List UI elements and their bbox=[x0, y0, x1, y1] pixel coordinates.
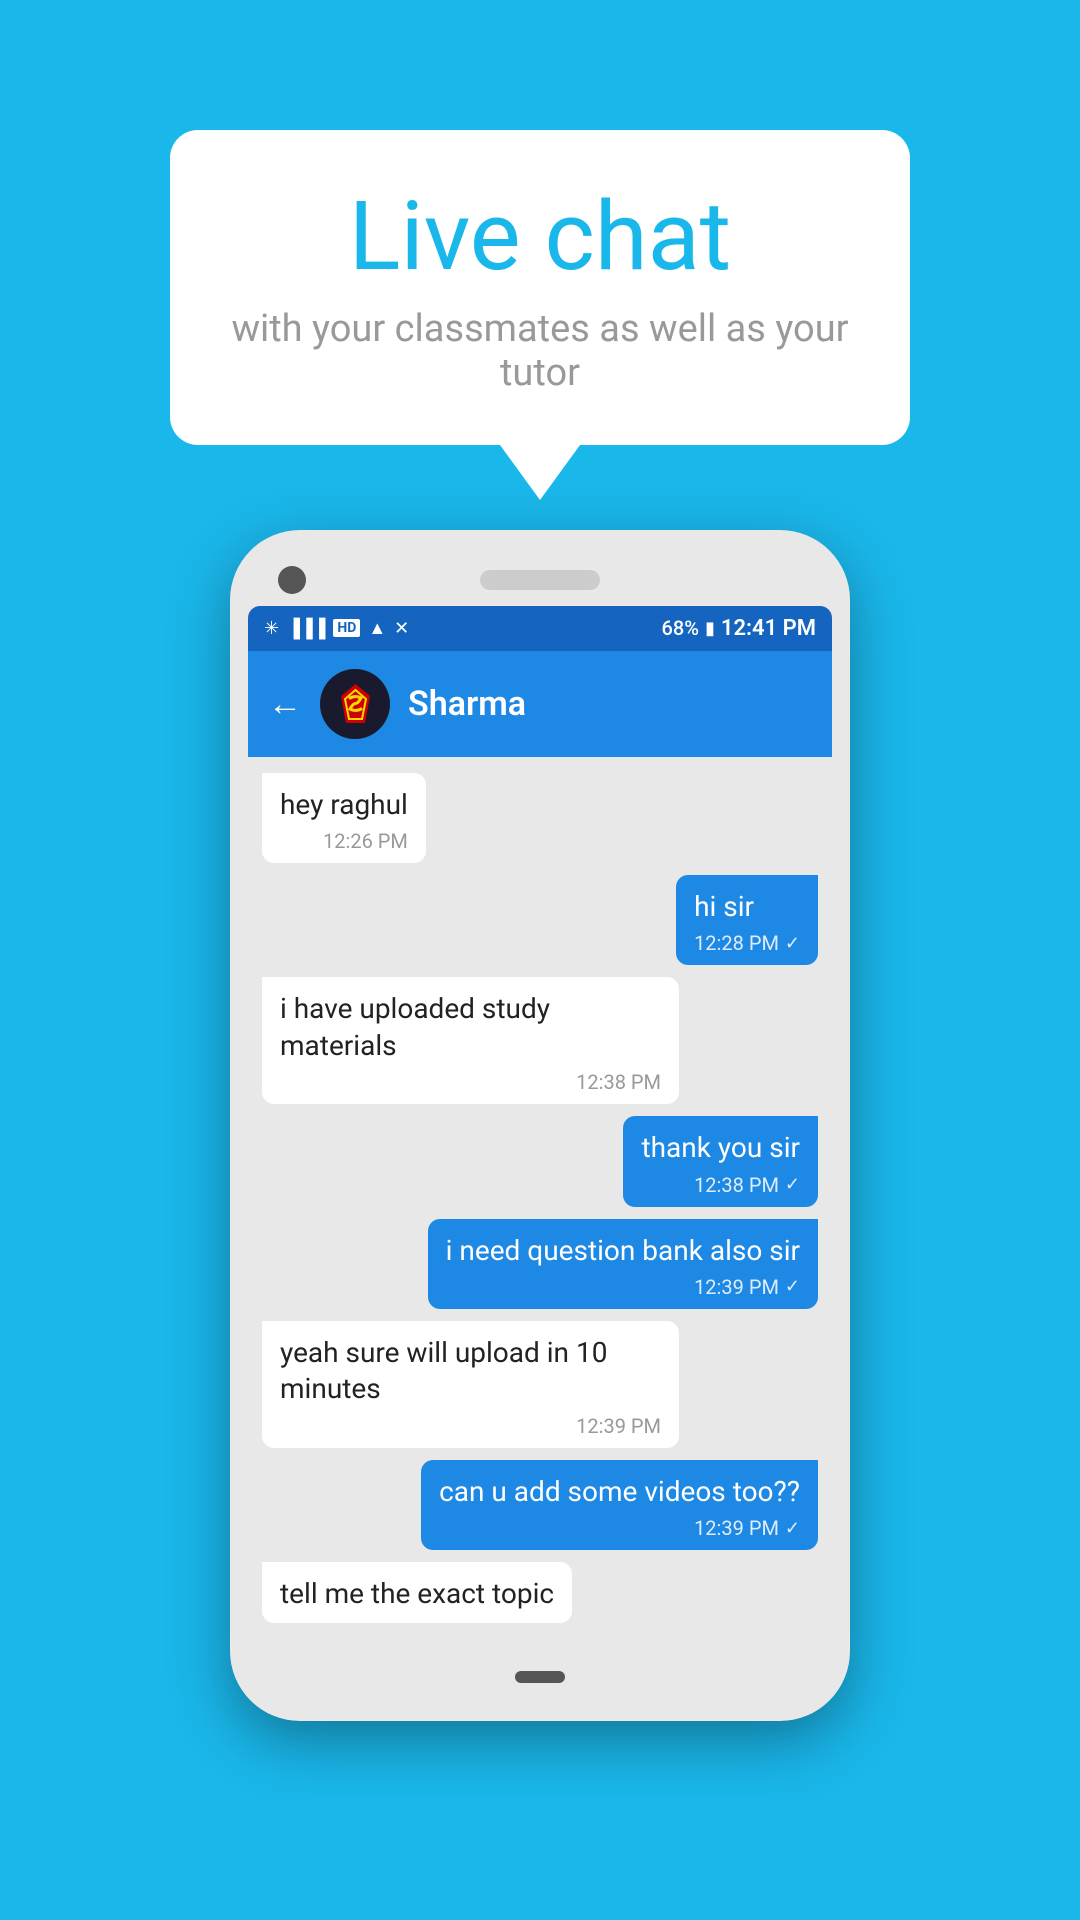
back-button[interactable]: ← bbox=[268, 684, 302, 724]
message-time: 12:39 PM bbox=[694, 1275, 779, 1299]
message-meta: 12:39 PM bbox=[280, 1414, 661, 1438]
check-mark-icon: ✓ bbox=[785, 1174, 800, 1195]
chat-area[interactable]: hey raghul 12:26 PM hi sir 12:28 PM ✓ i have … bbox=[248, 757, 832, 1657]
message-row: tell me the exact topic bbox=[262, 1562, 818, 1622]
message-text: can u add some videos too?? bbox=[439, 1474, 800, 1510]
check-mark-icon: ✓ bbox=[785, 1518, 800, 1539]
battery-icon: ▮ bbox=[705, 618, 715, 639]
phone-mockup: ✳ ▐▐▐ HD ▲ ✕ 68% ▮ 12:41 PM ← bbox=[230, 530, 850, 1721]
message-bubble: i need question bank also sir 12:39 PM ✓ bbox=[428, 1219, 818, 1309]
message-bubble: tell me the exact topic bbox=[262, 1562, 572, 1622]
message-text: tell me the exact topic bbox=[280, 1576, 554, 1612]
message-meta: 12:38 PM ✓ bbox=[641, 1173, 800, 1197]
check-mark-icon: ✓ bbox=[785, 1276, 800, 1297]
message-time: 12:26 PM bbox=[323, 829, 408, 853]
contact-name: Sharma bbox=[408, 684, 526, 724]
battery-percent: 68% bbox=[662, 616, 699, 640]
phone-screen: ✳ ▐▐▐ HD ▲ ✕ 68% ▮ 12:41 PM ← bbox=[248, 606, 832, 1657]
phone-speaker bbox=[480, 570, 600, 590]
home-button[interactable] bbox=[515, 1671, 565, 1683]
message-text: yeah sure will upload in 10 minutes bbox=[280, 1335, 661, 1408]
bubble-tail bbox=[500, 445, 580, 500]
bluetooth-icon: ✳ bbox=[264, 618, 279, 639]
speech-bubble: Live chat with your classmates as well a… bbox=[170, 130, 910, 445]
message-row: can u add some videos too?? 12:39 PM ✓ bbox=[262, 1460, 818, 1550]
phone-camera bbox=[278, 566, 306, 594]
message-row: i need question bank also sir 12:39 PM ✓ bbox=[262, 1219, 818, 1309]
data-icon: ✕ bbox=[394, 618, 409, 639]
message-time: 12:28 PM bbox=[694, 931, 779, 955]
wifi-icon: ▲ bbox=[368, 618, 386, 639]
avatar bbox=[320, 669, 390, 739]
message-row: thank you sir 12:38 PM ✓ bbox=[262, 1116, 818, 1206]
status-bar: ✳ ▐▐▐ HD ▲ ✕ 68% ▮ 12:41 PM bbox=[248, 606, 832, 651]
hd-icon: HD bbox=[333, 619, 360, 637]
message-row: hey raghul 12:26 PM bbox=[262, 773, 818, 863]
superman-icon bbox=[328, 676, 383, 731]
signal-icon: ▐▐▐ bbox=[287, 618, 325, 639]
message-row: hi sir 12:28 PM ✓ bbox=[262, 875, 818, 965]
live-chat-subtitle: with your classmates as well as your tut… bbox=[230, 307, 850, 395]
message-bubble: can u add some videos too?? 12:39 PM ✓ bbox=[421, 1460, 818, 1550]
message-text: i need question bank also sir bbox=[446, 1233, 800, 1269]
phone-bottom bbox=[248, 1657, 832, 1703]
check-mark-icon: ✓ bbox=[785, 933, 800, 954]
message-bubble: thank you sir 12:38 PM ✓ bbox=[623, 1116, 818, 1206]
message-bubble: hey raghul 12:26 PM bbox=[262, 773, 426, 863]
message-text: hey raghul bbox=[280, 787, 408, 823]
message-row: yeah sure will upload in 10 minutes 12:39… bbox=[262, 1321, 818, 1448]
phone-outer: ✳ ▐▐▐ HD ▲ ✕ 68% ▮ 12:41 PM ← bbox=[230, 530, 850, 1721]
message-time: 12:39 PM bbox=[694, 1516, 779, 1540]
message-time: 12:38 PM bbox=[694, 1173, 779, 1197]
message-time: 12:38 PM bbox=[576, 1070, 661, 1094]
message-bubble: yeah sure will upload in 10 minutes 12:39… bbox=[262, 1321, 679, 1448]
status-bar-right: 68% ▮ 12:41 PM bbox=[662, 616, 816, 641]
message-row: i have uploaded study materials 12:38 PM bbox=[262, 977, 818, 1104]
message-meta: 12:39 PM ✓ bbox=[439, 1516, 800, 1540]
message-meta: 12:26 PM bbox=[280, 829, 408, 853]
message-meta: 12:38 PM bbox=[280, 1070, 661, 1094]
status-time: 12:41 PM bbox=[721, 616, 816, 641]
message-text: hi sir bbox=[694, 889, 800, 925]
speech-bubble-container: Live chat with your classmates as well a… bbox=[170, 130, 910, 500]
message-text: i have uploaded study materials bbox=[280, 991, 661, 1064]
live-chat-title: Live chat bbox=[230, 185, 850, 291]
app-header: ← Sharma bbox=[248, 651, 832, 757]
phone-top bbox=[248, 548, 832, 606]
message-text: thank you sir bbox=[641, 1130, 800, 1166]
message-time: 12:39 PM bbox=[576, 1414, 661, 1438]
message-meta: 12:28 PM ✓ bbox=[694, 931, 800, 955]
message-meta: 12:39 PM ✓ bbox=[446, 1275, 800, 1299]
message-bubble: i have uploaded study materials 12:38 PM bbox=[262, 977, 679, 1104]
message-bubble: hi sir 12:28 PM ✓ bbox=[676, 875, 818, 965]
status-bar-left: ✳ ▐▐▐ HD ▲ ✕ bbox=[264, 618, 409, 639]
